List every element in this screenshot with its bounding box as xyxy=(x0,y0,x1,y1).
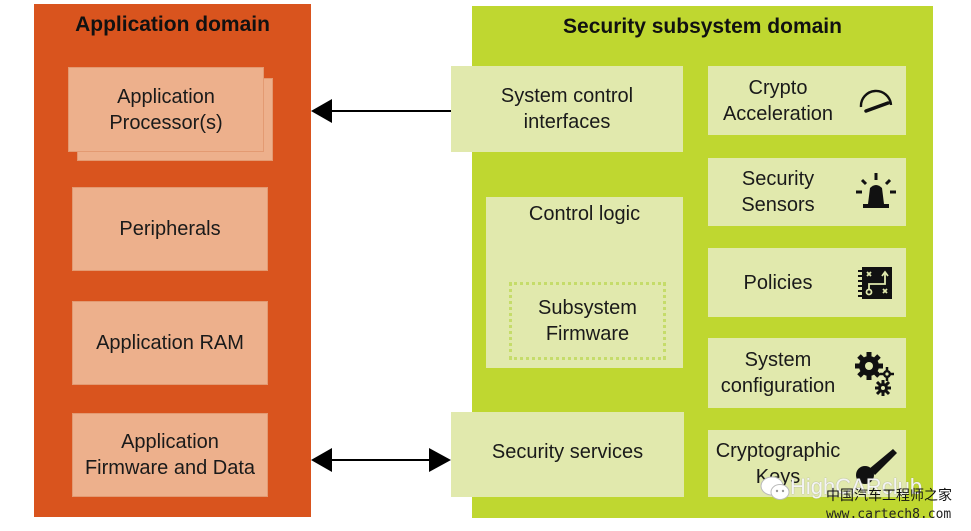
watermark-url: www.cartech8.com xyxy=(826,507,952,522)
watermark-chinese: 中国汽车工程师之家 xyxy=(826,488,952,504)
arrow-system-control-to-processor xyxy=(311,99,451,123)
wechat-icon xyxy=(760,476,790,507)
connection-arrows xyxy=(311,99,451,472)
arrow-security-services-firmware xyxy=(311,448,451,472)
